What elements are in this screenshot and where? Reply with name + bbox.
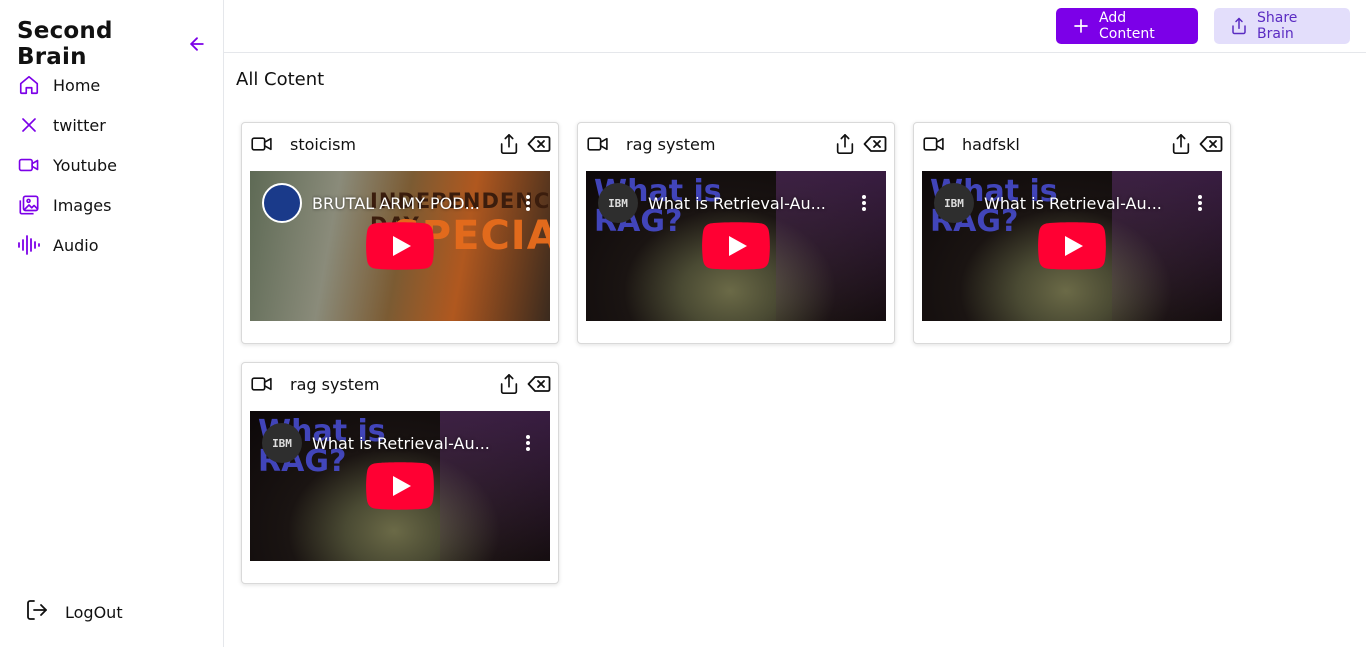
card-header: rag system: [251, 373, 551, 395]
audio-wave-icon: [17, 233, 41, 257]
share-icon: [1230, 17, 1248, 35]
video-title[interactable]: What is Retrieval-Au...: [312, 434, 514, 453]
video-header: BRUTAL ARMY POD...: [262, 183, 538, 223]
card-header: rag system: [587, 133, 887, 155]
delete-card-button[interactable]: [1199, 132, 1223, 156]
delete-card-button[interactable]: [527, 132, 551, 156]
youtube-play-icon[interactable]: [702, 222, 770, 270]
video-icon: [587, 134, 611, 154]
channel-avatar[interactable]: IBM: [598, 183, 638, 223]
sidebar-item-label: twitter: [53, 115, 106, 135]
video-header: IBM What is Retrieval-Au...: [598, 183, 874, 223]
more-options-icon[interactable]: [518, 191, 538, 215]
card-title: rag system: [290, 374, 380, 394]
share-brain-button[interactable]: Share Brain: [1214, 8, 1350, 44]
image-icon: [17, 193, 41, 217]
channel-avatar[interactable]: [262, 183, 302, 223]
sidebar-item-label: Audio: [53, 235, 99, 255]
share-brain-label: Share Brain: [1257, 10, 1298, 42]
youtube-embed[interactable]: What is RAG? IBM What is Retrieval-Au...: [250, 411, 550, 561]
sidebar-item-images[interactable]: Images: [17, 185, 117, 225]
share-icon: [1172, 134, 1190, 154]
logout-icon: [25, 598, 49, 626]
youtube-play-icon[interactable]: [1038, 222, 1106, 270]
video-icon: [17, 153, 41, 177]
card-header: hadfskl: [923, 133, 1223, 155]
logout-button[interactable]: LogOut: [25, 598, 123, 626]
sidebar: Second Brain Home twitter Youtube Images…: [0, 0, 224, 647]
backspace-delete-icon: [527, 376, 551, 392]
sidebar-item-home[interactable]: Home: [17, 65, 117, 105]
video-title[interactable]: BRUTAL ARMY POD...: [312, 194, 514, 213]
content-card: rag system What is RAG? IBM What is Retri…: [241, 362, 559, 584]
logout-label: LogOut: [65, 602, 123, 622]
section-title: All Cotent: [236, 69, 325, 90]
more-options-icon[interactable]: [854, 191, 874, 215]
backspace-delete-icon: [863, 136, 887, 152]
plus-icon: [1072, 17, 1090, 35]
topbar: Add Content Share Brain: [224, 0, 1366, 53]
card-title: stoicism: [290, 134, 357, 154]
more-options-icon[interactable]: [1190, 191, 1210, 215]
backspace-delete-icon: [1199, 136, 1223, 152]
video-title[interactable]: What is Retrieval-Au...: [648, 194, 850, 213]
add-content-label: Add Content: [1099, 10, 1155, 42]
arrow-left-icon: [190, 37, 204, 51]
youtube-play-icon[interactable]: [366, 462, 434, 510]
sidebar-item-label: Youtube: [53, 155, 117, 175]
youtube-embed[interactable]: What is RAG? IBM What is Retrieval-Au...: [586, 171, 886, 321]
video-icon: [923, 134, 947, 154]
card-title: rag system: [626, 134, 716, 154]
sidebar-item-label: Images: [53, 195, 112, 215]
x-icon: [17, 113, 41, 137]
channel-avatar[interactable]: IBM: [262, 423, 302, 463]
home-icon: [17, 73, 41, 97]
sidebar-item-youtube[interactable]: Youtube: [17, 145, 117, 185]
video-icon: [251, 134, 275, 154]
content-card: rag system What is RAG? IBM What is Retri…: [577, 122, 895, 344]
more-options-icon[interactable]: [518, 431, 538, 455]
youtube-play-icon[interactable]: [366, 222, 434, 270]
channel-avatar[interactable]: IBM: [934, 183, 974, 223]
backspace-delete-icon: [527, 136, 551, 152]
sidebar-nav: Home twitter Youtube Images Audio: [17, 65, 117, 265]
youtube-embed[interactable]: What is RAG? IBM What is Retrieval-Au...: [922, 171, 1222, 321]
video-header: IBM What is Retrieval-Au...: [934, 183, 1210, 223]
add-content-button[interactable]: Add Content: [1056, 8, 1198, 44]
content-card: stoicism INDEPENDENCE DAY SPECIAL BRUTAL…: [241, 122, 559, 344]
main-content: All Cotent stoicism INDEPENDENCE DAY SPE…: [224, 53, 1366, 647]
video-icon: [251, 374, 275, 394]
sidebar-item-label: Home: [53, 75, 101, 95]
video-title[interactable]: What is Retrieval-Au...: [984, 194, 1186, 213]
video-header: IBM What is Retrieval-Au...: [262, 423, 538, 463]
share-icon: [500, 374, 518, 394]
share-card-button[interactable]: [497, 132, 521, 156]
delete-card-button[interactable]: [527, 372, 551, 396]
card-title: hadfskl: [962, 134, 1020, 154]
share-card-button[interactable]: [1169, 132, 1193, 156]
youtube-embed[interactable]: INDEPENDENCE DAY SPECIAL BRUTAL ARMY POD…: [250, 171, 550, 321]
share-icon: [500, 134, 518, 154]
delete-card-button[interactable]: [863, 132, 887, 156]
brand-title: Second Brain: [17, 18, 113, 70]
share-card-button[interactable]: [833, 132, 857, 156]
card-header: stoicism: [251, 133, 551, 155]
brand: Second Brain: [17, 18, 207, 70]
share-icon: [836, 134, 854, 154]
sidebar-item-twitter[interactable]: twitter: [17, 105, 117, 145]
content-card: hadfskl What is RAG? IBM What is Retrieva…: [913, 122, 1231, 344]
share-card-button[interactable]: [497, 372, 521, 396]
sidebar-item-audio[interactable]: Audio: [17, 225, 117, 265]
collapse-sidebar-button[interactable]: [187, 33, 207, 55]
